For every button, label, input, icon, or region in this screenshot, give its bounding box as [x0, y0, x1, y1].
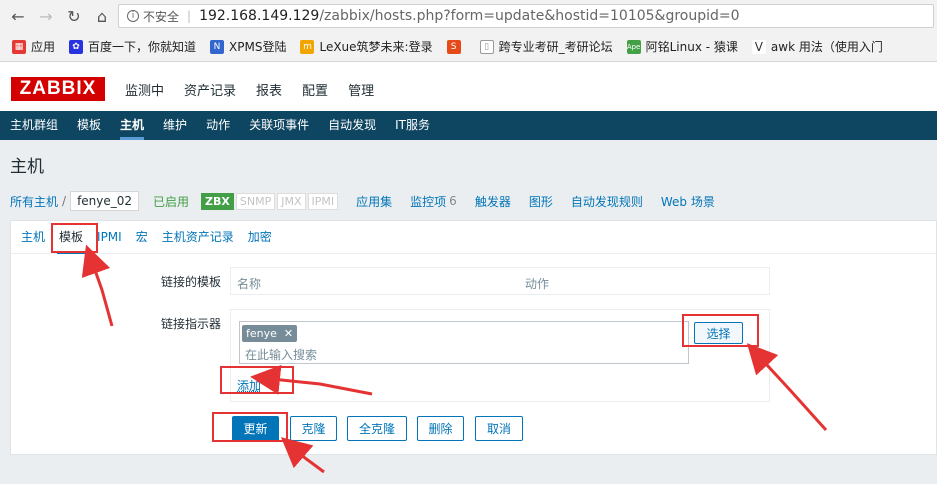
- annotation-box-templates-tab: [51, 223, 98, 253]
- bookmark-aming[interactable]: Ape 阿铭Linux - 猿课: [626, 38, 738, 55]
- link-web-scenarios[interactable]: Web 场景: [661, 193, 715, 210]
- address-bar[interactable]: i 不安全 | 192.168.149.129 /zabbix/hosts.ph…: [118, 4, 934, 28]
- breadcrumb-all-hosts[interactable]: 所有主机: [10, 193, 58, 210]
- tab-encryption[interactable]: 加密: [248, 221, 272, 254]
- linked-templates-table: 名称 动作: [230, 267, 770, 295]
- bookmark-xpms[interactable]: N XPMS登陆: [210, 38, 286, 55]
- subnav-templates[interactable]: 模板: [77, 111, 101, 140]
- bookmark-label: 跨专业考研_考研论坛: [498, 40, 613, 54]
- template-multiselect[interactable]: fenye ✕ 在此输入搜索: [239, 321, 689, 364]
- status-badge-jmx: JMX: [277, 192, 306, 210]
- bookmark-label: awk 用法（使用入门: [770, 40, 883, 54]
- items-count: 6: [449, 194, 457, 208]
- subnav-itservices[interactable]: IT服务: [395, 111, 430, 140]
- link-items[interactable]: 监控项: [410, 193, 446, 210]
- top-menu: 监测中 资产记录 报表 配置 管理: [125, 80, 394, 99]
- browser-toolbar: ← → ↻ ⌂ i 不安全 | 192.168.149.129 /zabbix/…: [0, 0, 937, 32]
- site-icon: S: [446, 39, 461, 54]
- tab-host[interactable]: 主机: [21, 221, 45, 254]
- topnav-inventory[interactable]: 资产记录: [184, 80, 236, 99]
- sub-menu: 主机群组 模板 主机 维护 动作 关联项事件 自动发现 IT服务: [0, 111, 937, 140]
- bookmark-site[interactable]: S: [446, 39, 466, 54]
- status-badge-snmp: SNMP: [235, 192, 276, 210]
- topnav-administration[interactable]: 管理: [348, 80, 374, 99]
- search-input[interactable]: 在此输入搜索: [245, 346, 317, 363]
- url-host: 192.168.149.129: [199, 8, 320, 24]
- baidu-icon: ✿: [69, 39, 84, 54]
- tab-inventory[interactable]: 主机资产记录: [162, 221, 234, 254]
- breadcrumb-current-host: fenye_02: [70, 191, 140, 211]
- page-footer-area: [0, 456, 937, 484]
- subnav-hostgroups[interactable]: 主机群组: [10, 111, 58, 140]
- topnav-reports[interactable]: 报表: [256, 80, 282, 99]
- bookmark-kaoyan[interactable]: ▯ 跨专业考研_考研论坛: [479, 38, 613, 55]
- link-triggers[interactable]: 触发器: [475, 193, 511, 210]
- status-badge-ipmi: IPMI: [307, 192, 339, 210]
- zabbix-logo[interactable]: ZABBIX: [11, 77, 105, 101]
- url-path: /zabbix/hosts.php?form=update&hostid=101…: [319, 8, 740, 24]
- full-clone-button[interactable]: 全克隆: [347, 416, 407, 441]
- column-header-action: 动作: [525, 277, 550, 291]
- annotation-box-add: [220, 366, 294, 394]
- awk-icon: ᐯ: [751, 39, 766, 54]
- bookmarks-bar: ▦ 应用 ✿ 百度一下，你就知道 N XPMS登陆 m LeXue筑梦未来:登录…: [0, 32, 937, 62]
- bookmark-label: 百度一下，你就知道: [88, 40, 197, 54]
- form-tabs: 主机 模板 IPMI 宏 主机资产记录 加密: [11, 221, 936, 254]
- bookmark-awk[interactable]: ᐯ awk 用法（使用入门: [751, 38, 883, 55]
- clone-button[interactable]: 克隆: [290, 416, 337, 441]
- subnav-maintenance[interactable]: 维护: [163, 111, 187, 140]
- insecure-label: 不安全: [143, 9, 180, 24]
- column-header-name: 名称: [237, 277, 262, 291]
- bookmark-label: 应用: [31, 40, 56, 54]
- link-discovery-rules[interactable]: 自动发现规则: [571, 193, 643, 210]
- subnav-hosts[interactable]: 主机: [120, 111, 145, 140]
- bookmark-apps[interactable]: ▦ 应用: [12, 38, 55, 55]
- status-enabled[interactable]: 已启用: [153, 193, 189, 210]
- breadcrumb: 所有主机 / fenye_02 已启用 ZBX SNMP JMX IPMI 应用…: [10, 189, 715, 213]
- lexue-icon: m: [300, 39, 315, 54]
- link-indicator-label: 链接指示器: [160, 317, 221, 331]
- page-icon: ▯: [479, 39, 494, 54]
- bookmark-baidu[interactable]: ✿ 百度一下，你就知道: [69, 38, 196, 55]
- back-icon[interactable]: ←: [8, 6, 28, 26]
- tab-macros[interactable]: 宏: [136, 221, 148, 254]
- ape-icon: Ape: [626, 39, 641, 54]
- info-icon[interactable]: i: [127, 10, 139, 22]
- delete-button[interactable]: 删除: [417, 416, 464, 441]
- bookmark-label: XPMS登陆: [229, 40, 287, 54]
- chip-label: fenye: [246, 327, 277, 340]
- bookmark-label: 阿铭Linux - 猿课: [645, 40, 738, 54]
- remove-icon[interactable]: ✕: [284, 327, 293, 340]
- home-icon[interactable]: ⌂: [92, 6, 112, 26]
- link-applications[interactable]: 应用集: [356, 193, 392, 210]
- apps-icon: ▦: [12, 39, 26, 54]
- subnav-correlation[interactable]: 关联项事件: [249, 111, 309, 140]
- topnav-monitoring[interactable]: 监测中: [125, 80, 164, 99]
- zabbix-header: ZABBIX 监测中 资产记录 报表 配置 管理: [0, 62, 937, 111]
- bookmark-lexue[interactable]: m LeXue筑梦未来:登录: [300, 38, 433, 55]
- cancel-button[interactable]: 取消: [475, 416, 523, 441]
- breadcrumb-separator: /: [62, 194, 67, 208]
- status-badge-zbx: ZBX: [201, 192, 234, 210]
- annotation-box-select: [682, 314, 759, 347]
- subnav-discovery[interactable]: 自动发现: [328, 111, 376, 140]
- url-separator: |: [187, 9, 192, 23]
- selected-template-chip: fenye ✕: [242, 325, 298, 342]
- subnav-actions[interactable]: 动作: [206, 111, 230, 140]
- annotation-box-update: [212, 412, 288, 442]
- link-graphs[interactable]: 图形: [529, 193, 553, 210]
- bookmark-label: LeXue筑梦未来:登录: [319, 40, 433, 54]
- host-form-panel: 主机 模板 IPMI 宏 主机资产记录 加密 链接的模板 名称 动作 链接指示器…: [10, 220, 937, 455]
- tab-ipmi[interactable]: IPMI: [97, 221, 122, 254]
- linked-templates-label: 链接的模板: [160, 275, 221, 289]
- forward-icon[interactable]: →: [36, 6, 56, 26]
- reload-icon[interactable]: ↻: [64, 6, 84, 26]
- topnav-configuration[interactable]: 配置: [302, 80, 328, 99]
- xpms-icon: N: [210, 39, 225, 54]
- page-title: 主机: [10, 157, 44, 177]
